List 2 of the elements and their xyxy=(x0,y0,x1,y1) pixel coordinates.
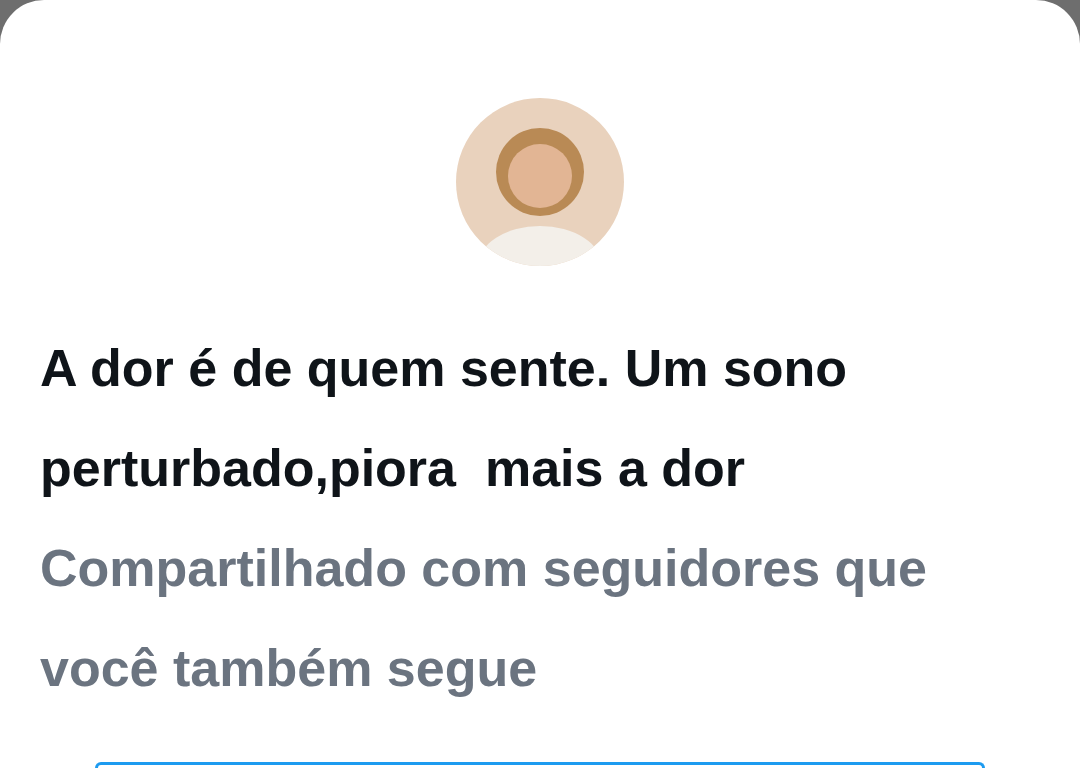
post-text: A dor é de quem sente. Um sono perturbado,piora mais a dor xyxy=(40,338,849,499)
shared-context-text: Compartilhado com seguidores que você também segue xyxy=(40,538,929,699)
